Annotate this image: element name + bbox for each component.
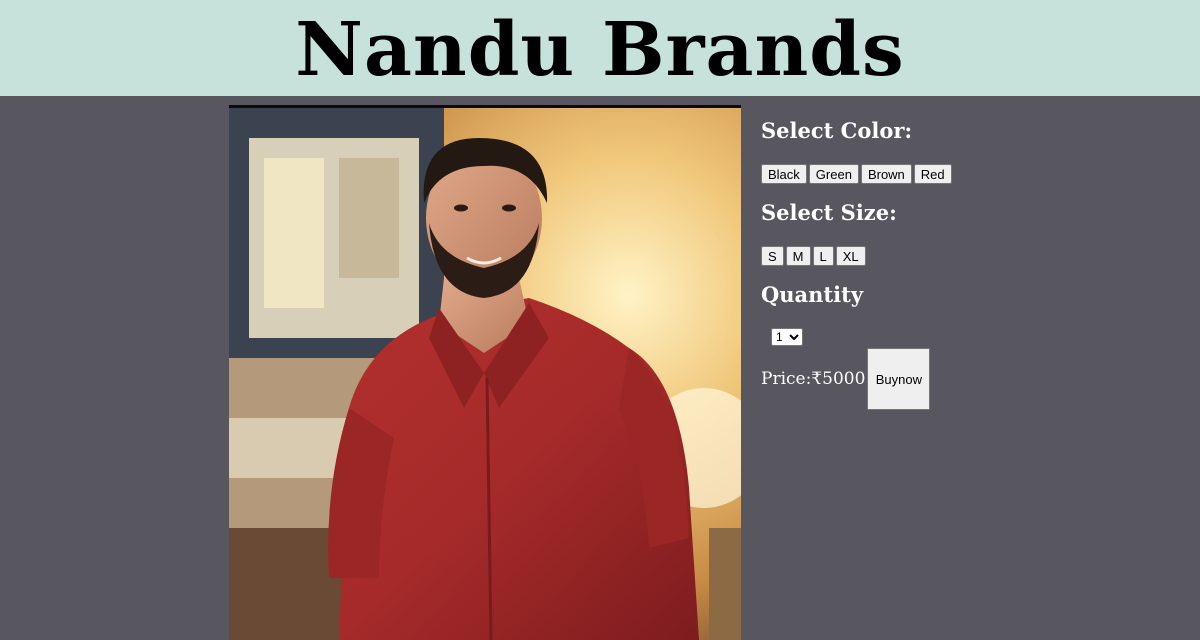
product-image: [229, 105, 741, 640]
price-label: Price:₹5000: [761, 369, 866, 389]
site-header: Nandu Brands: [0, 0, 1200, 96]
size-m-button[interactable]: M: [785, 246, 811, 266]
size-xl-button[interactable]: XL: [835, 246, 866, 266]
select-size-heading: Select Size:: [761, 200, 897, 225]
quantity-select[interactable]: 1: [771, 328, 803, 346]
color-options: Black Green Brown Red: [761, 164, 1181, 184]
color-red-button[interactable]: Red: [913, 164, 952, 184]
product-photo: [229, 108, 741, 640]
color-brown-button[interactable]: Brown: [860, 164, 912, 184]
color-black-button[interactable]: Black: [761, 164, 807, 184]
price-row: Price:₹5000 Buynow: [761, 348, 1181, 410]
quantity-control: 1: [771, 326, 1181, 346]
brand-title: Nandu Brands: [295, 7, 905, 93]
color-green-button[interactable]: Green: [808, 164, 859, 184]
size-options: S M L XL: [761, 246, 1181, 266]
size-l-button[interactable]: L: [812, 246, 834, 266]
buy-now-button[interactable]: Buynow: [867, 348, 931, 410]
product-options-panel: Select Color: Black Green Brown Red Sele…: [761, 112, 1181, 410]
quantity-heading: Quantity: [761, 282, 864, 307]
size-s-button[interactable]: S: [761, 246, 784, 266]
select-color-heading: Select Color:: [761, 118, 913, 143]
